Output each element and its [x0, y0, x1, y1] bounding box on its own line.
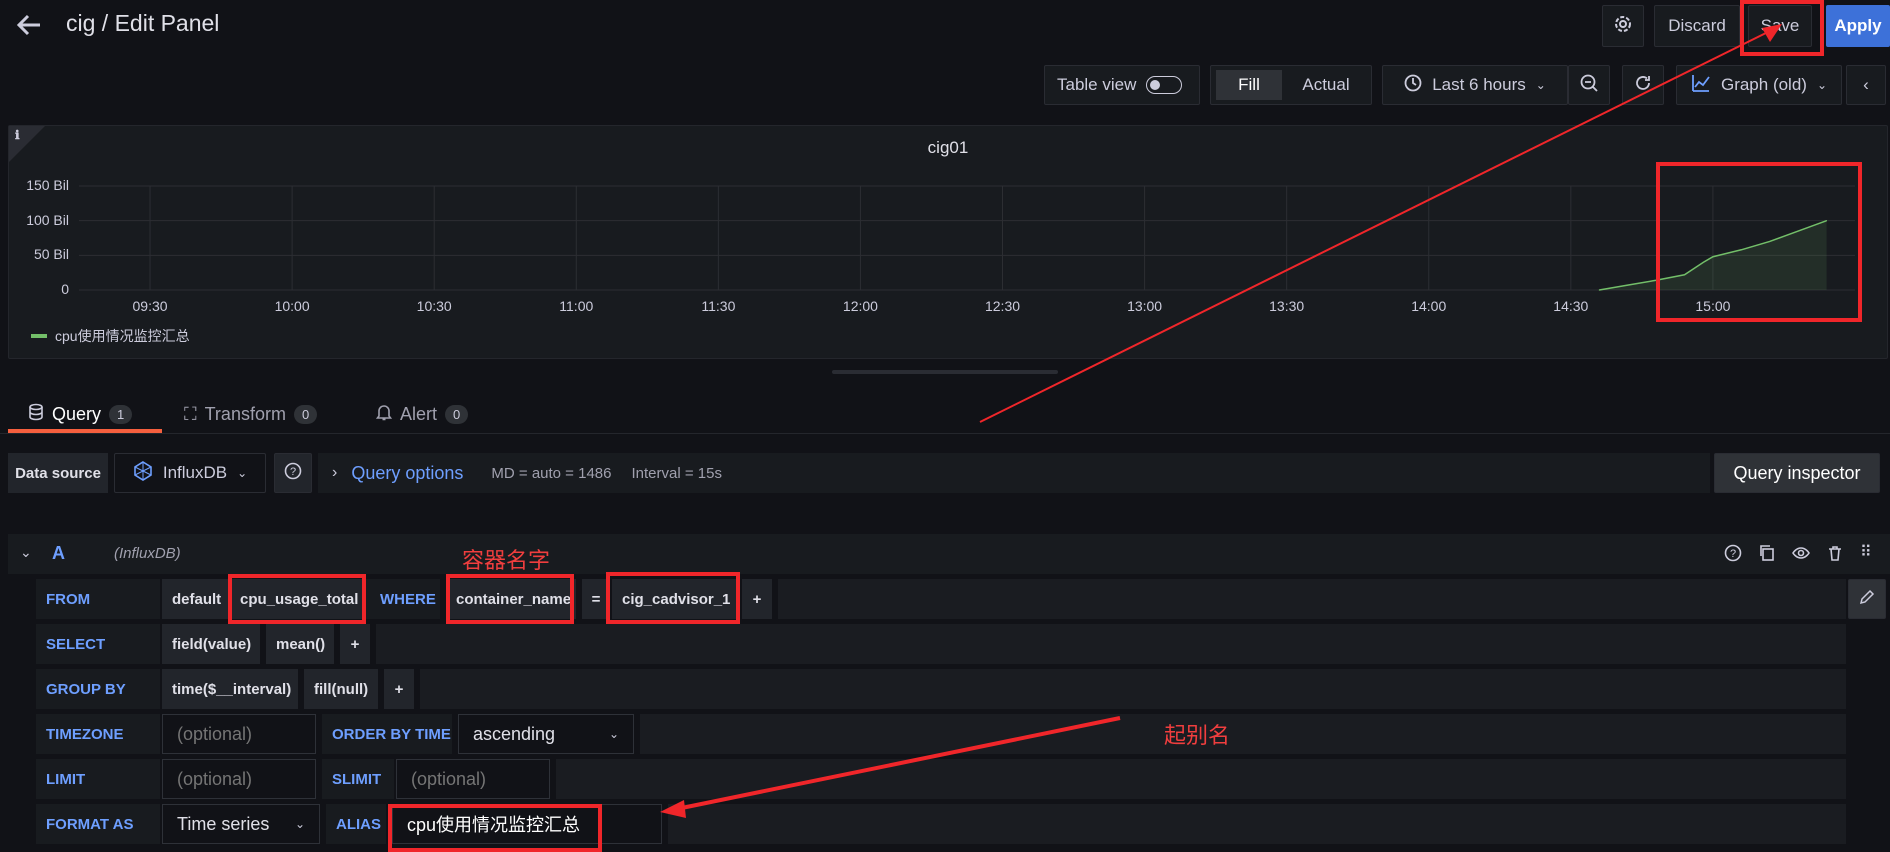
annotation-arrows: [660, 24, 1782, 818]
alias-arrow-line: [671, 716, 1121, 812]
alias-arrow-head: [660, 800, 686, 818]
save-arrow-line: [979, 29, 1773, 423]
save-arrow-head: [1762, 24, 1782, 42]
